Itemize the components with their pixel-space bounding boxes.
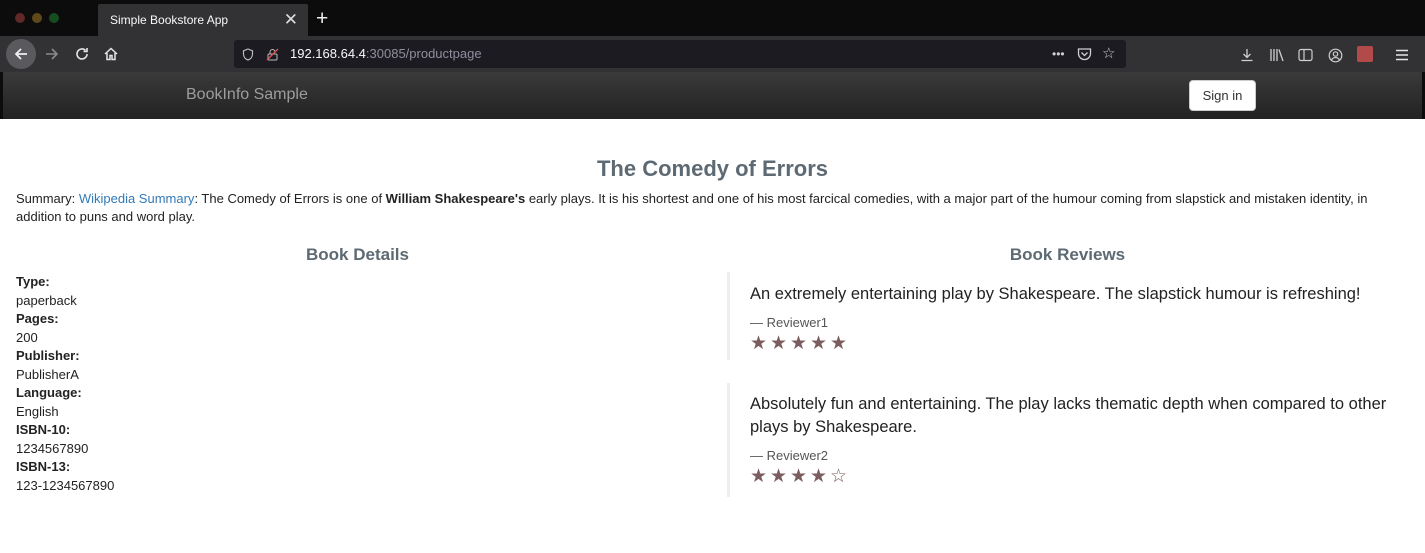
star-empty-icon: ☆ <box>830 466 849 487</box>
url-host: 192.168.64.4 <box>290 46 366 61</box>
close-window-icon[interactable] <box>15 13 25 23</box>
book-summary: Summary: Wikipedia Summary: The Comedy o… <box>16 190 1406 226</box>
pocket-icon[interactable] <box>1077 40 1092 68</box>
bookmark-star-icon[interactable]: ☆ <box>1102 40 1115 68</box>
back-arrow-icon[interactable] <box>6 39 36 69</box>
star-filled-icon: ★ <box>770 333 789 354</box>
shield-icon[interactable] <box>242 40 254 68</box>
insecure-lock-icon[interactable] <box>266 40 279 68</box>
book-title: The Comedy of Errors <box>596 156 829 181</box>
reviewer-name: — Reviewer2 <box>750 448 829 463</box>
summary-label: Summary: <box>16 191 79 206</box>
book-details-list: Type: paperback Pages: 200 Publisher: Pu… <box>16 273 114 495</box>
extension-icon[interactable] <box>1357 46 1373 62</box>
review-item: Absolutely fun and entertaining. The pla… <box>727 383 1407 497</box>
language-label: Language: <box>16 385 82 400</box>
tab-title: Simple Bookstore App <box>110 13 229 27</box>
url-text[interactable]: 192.168.64.4:30085/productpage <box>290 40 482 68</box>
tab-bar: Simple Bookstore App ✕ + <box>0 0 1425 36</box>
sign-in-button[interactable]: Sign in <box>1189 80 1256 111</box>
star-filled-icon: ★ <box>750 466 769 487</box>
downloads-icon[interactable] <box>1240 39 1254 69</box>
minimize-window-icon[interactable] <box>32 13 42 23</box>
review-text: Absolutely fun and entertaining. The pla… <box>750 395 1387 436</box>
star-filled-icon: ★ <box>830 333 849 354</box>
rating-stars: ★ ★ ★ ★ ★ <box>750 332 1407 355</box>
isbn13-label: ISBN-13: <box>16 459 71 474</box>
language-value: English <box>16 403 59 419</box>
type-label: Type: <box>16 274 50 289</box>
type-value: paperback <box>16 292 77 308</box>
page-actions-menu-icon[interactable]: ••• <box>1052 40 1065 68</box>
isbn10-label: ISBN-10: <box>16 422 71 437</box>
home-icon[interactable] <box>96 39 126 69</box>
book-details-heading: Book Details <box>306 245 409 264</box>
publisher-value: PublisherA <box>16 366 79 382</box>
address-bar[interactable]: 192.168.64.4:30085/productpage ••• ☆ <box>234 40 1126 68</box>
account-icon[interactable] <box>1328 39 1343 69</box>
pages-value: 200 <box>16 329 38 345</box>
star-filled-icon: ★ <box>770 466 789 487</box>
browser-tab[interactable]: Simple Bookstore App ✕ <box>98 4 308 36</box>
url-path: :30085/productpage <box>365 46 482 61</box>
review-text: An extremely entertaining play by Shakes… <box>750 285 1361 303</box>
sidebar-icon[interactable] <box>1298 39 1313 69</box>
pages-label: Pages: <box>16 311 59 326</box>
wikipedia-summary-link[interactable]: Wikipedia Summary <box>79 191 195 206</box>
star-filled-icon: ★ <box>810 333 829 354</box>
rating-stars: ★ ★ ★ ★ ☆ <box>750 465 1407 488</box>
star-filled-icon: ★ <box>790 466 809 487</box>
publisher-label: Publisher: <box>16 348 80 363</box>
star-filled-icon: ★ <box>790 333 809 354</box>
isbn10-value: 1234567890 <box>16 440 89 456</box>
summary-author: William Shakespeare's <box>385 191 526 206</box>
reload-icon[interactable] <box>67 39 97 69</box>
star-filled-icon: ★ <box>750 333 769 354</box>
app-navbar: BookInfo Sample Sign in <box>3 72 1422 119</box>
forward-arrow-icon[interactable] <box>37 39 67 69</box>
brand-link[interactable]: BookInfo Sample <box>186 86 308 104</box>
new-tab-icon[interactable]: + <box>316 4 328 34</box>
library-icon[interactable] <box>1269 39 1285 69</box>
review-item: An extremely entertaining play by Shakes… <box>727 272 1407 360</box>
book-reviews-heading: Book Reviews <box>1009 245 1126 264</box>
navigation-bar: 192.168.64.4:30085/productpage ••• ☆ <box>0 36 1425 72</box>
star-filled-icon: ★ <box>810 466 829 487</box>
reviewer-name: — Reviewer1 <box>750 315 829 330</box>
hamburger-menu-icon[interactable] <box>1395 39 1409 69</box>
summary-text-pre: : The Comedy of Errors is one of <box>194 191 386 206</box>
isbn13-value: 123-1234567890 <box>16 477 115 493</box>
tab-close-icon[interactable]: ✕ <box>284 4 298 36</box>
maximize-window-icon[interactable] <box>49 13 59 23</box>
